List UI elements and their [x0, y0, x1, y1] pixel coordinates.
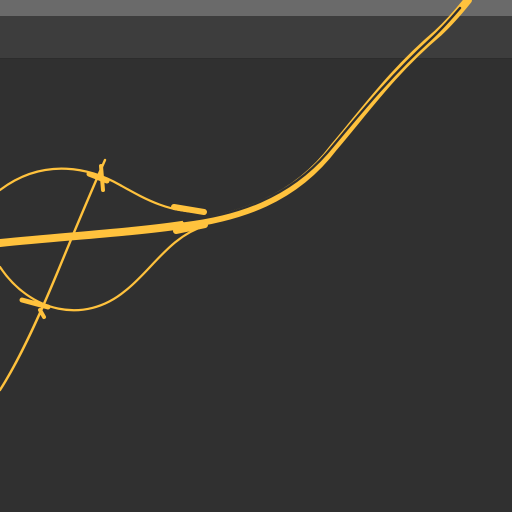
screen	[0, 0, 512, 512]
crossing-line	[0, 158, 107, 392]
crossing-line-joint-lower	[38, 308, 46, 319]
crossing-line-joint-upper	[99, 164, 105, 192]
main-curve	[0, 0, 472, 247]
left-upper-joint	[86, 171, 110, 184]
curve-network-icon	[0, 0, 472, 392]
main-curve-gap	[182, 6, 462, 223]
upper-branch-joint	[171, 204, 207, 215]
